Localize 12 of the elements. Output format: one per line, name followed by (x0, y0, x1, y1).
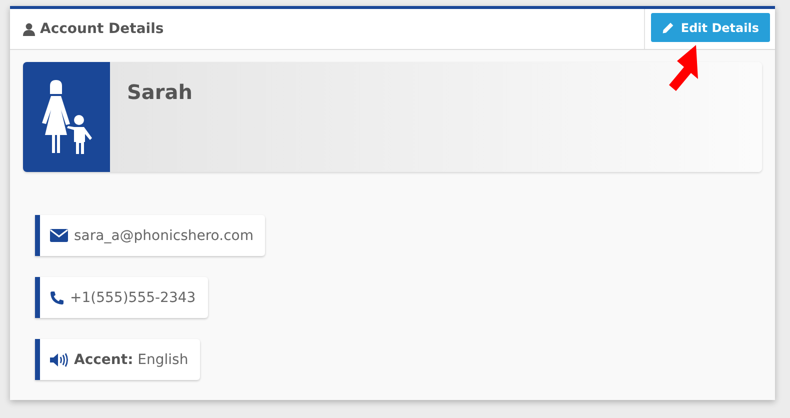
contact-text: sara_a@phonicshero.com (74, 228, 254, 244)
parent-child-icon (40, 80, 92, 154)
user-icon (23, 22, 35, 36)
contact-text: +1(555)555-2343 (70, 290, 196, 306)
speaker-icon (50, 352, 68, 366)
envelope-icon (50, 229, 68, 242)
phone-icon (50, 290, 64, 304)
contact-text: Accent: English (74, 352, 188, 368)
panel-title: Account Details (40, 21, 164, 37)
pencil-icon (662, 22, 674, 34)
edit-details-button[interactable]: Edit Details (650, 13, 770, 42)
profile-name: Sarah (126, 79, 192, 106)
